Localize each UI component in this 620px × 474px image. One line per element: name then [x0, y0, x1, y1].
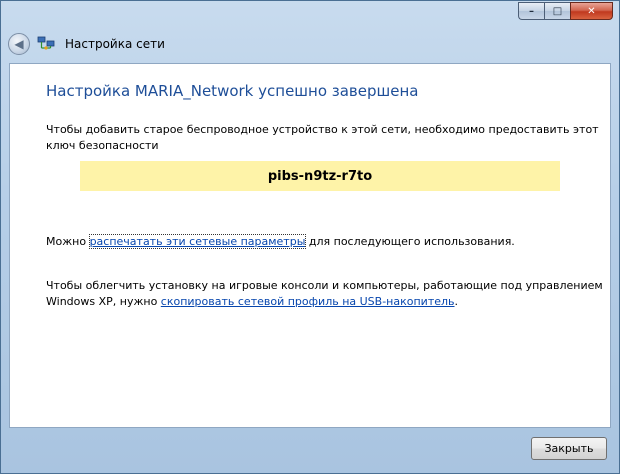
content-panel: Настройка MARIA_Network успешно завершен…: [9, 63, 611, 428]
maximize-button[interactable]: □: [544, 2, 570, 20]
security-key: pibs-n9tz-r7to: [267, 168, 373, 184]
print-paragraph: Можно распечатать эти сетевые параметры …: [46, 234, 606, 250]
close-button[interactable]: Закрыть: [531, 437, 607, 460]
minimize-icon: –: [529, 5, 534, 17]
minimize-button[interactable]: –: [518, 2, 544, 20]
security-key-box: pibs-n9tz-r7to: [80, 161, 560, 191]
instruction-text: Чтобы добавить старое беспроводное устро…: [46, 123, 599, 152]
navigation-row: ◀ Настройка сети: [1, 31, 619, 61]
title-bar[interactable]: – □ ✕: [1, 1, 619, 31]
back-arrow-icon: ◀: [14, 37, 24, 51]
network-icon: [37, 36, 55, 50]
window-title: Настройка сети: [65, 37, 165, 51]
close-icon: ✕: [587, 5, 596, 17]
maximize-icon: □: [552, 5, 563, 17]
usb-paragraph: Чтобы облегчить установку на игровые кон…: [46, 278, 606, 310]
print-suffix: для последующего использования.: [305, 235, 515, 248]
footer-bar: Закрыть: [1, 428, 619, 474]
close-window-button[interactable]: ✕: [570, 2, 613, 20]
wizard-window: – □ ✕ ◀ Настройка сети Настройка MARIA_N…: [0, 0, 620, 474]
page-title: Настройка MARIA_Network успешно завершен…: [46, 82, 419, 100]
caption-buttons: – □ ✕: [518, 2, 613, 20]
print-settings-link[interactable]: распечатать эти сетевые параметры: [88, 234, 307, 249]
print-prefix: Можно: [46, 235, 90, 248]
back-button[interactable]: ◀: [8, 33, 30, 55]
copy-to-usb-link[interactable]: скопировать сетевой профиль на USB-накоп…: [161, 295, 455, 308]
usb-suffix: .: [454, 295, 459, 308]
